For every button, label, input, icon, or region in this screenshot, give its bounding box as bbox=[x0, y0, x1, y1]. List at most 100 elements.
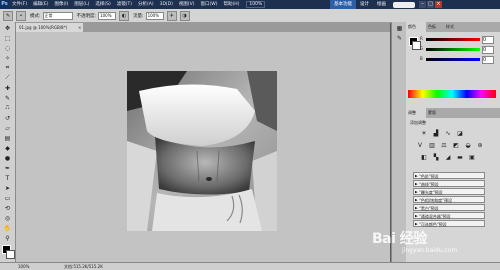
baidu-watermark: Bai 经验 bbox=[372, 231, 427, 247]
path-select-tool-icon[interactable]: ➤ bbox=[3, 184, 12, 192]
minimize-button[interactable]: – bbox=[419, 1, 426, 8]
black-white-icon[interactable]: ◩ bbox=[452, 142, 460, 150]
tab-masks[interactable]: 蒙版 bbox=[428, 108, 444, 118]
menu-image[interactable]: 图像(I) bbox=[51, 0, 71, 9]
tab-styles[interactable]: 样式 bbox=[446, 22, 462, 32]
menu-file[interactable]: 文件(F) bbox=[9, 0, 30, 9]
red-value-field[interactable]: 0 bbox=[482, 36, 494, 44]
canvas-area[interactable] bbox=[16, 32, 390, 262]
dodge-tool-icon[interactable]: ● bbox=[3, 154, 12, 162]
eyedropper-tool-icon[interactable]: ⟋ bbox=[3, 74, 12, 82]
healing-tool-icon[interactable]: ✚ bbox=[3, 84, 12, 92]
title-bar: Ps 文件(F) 编辑(E) 图像(I) 图层(L) 选择(S) 滤镜(T) 分… bbox=[0, 0, 500, 9]
history-panel-icon[interactable]: ▦ bbox=[395, 24, 404, 32]
brush-tool-icon[interactable]: ✎ bbox=[3, 94, 12, 102]
eraser-tool-icon[interactable]: ▱ bbox=[3, 124, 12, 132]
color-spectrum-bar[interactable] bbox=[408, 90, 496, 98]
type-tool-icon[interactable]: T bbox=[3, 174, 12, 182]
threshold-icon[interactable]: ◢ bbox=[444, 154, 452, 162]
pressure-opacity-icon[interactable]: ◐ bbox=[119, 10, 130, 21]
mode-select[interactable]: 正常 bbox=[42, 11, 73, 20]
3d-orbit-tool-icon[interactable]: ◎ bbox=[3, 214, 12, 222]
stamp-tool-icon[interactable]: ⎍ bbox=[3, 104, 12, 112]
preset-selective-color[interactable]: ▶ "可选颜色"预设 bbox=[413, 220, 485, 227]
preset-exposure[interactable]: ▶ "曝光度"预设 bbox=[413, 188, 485, 195]
marquee-tool-icon[interactable]: ⬚ bbox=[3, 34, 12, 42]
menu-view[interactable]: 视图(V) bbox=[176, 0, 198, 9]
exposure-icon[interactable]: ◪ bbox=[456, 130, 464, 138]
move-tool-icon[interactable]: ✥ bbox=[3, 24, 12, 32]
blue-value-field[interactable]: 0 bbox=[482, 56, 494, 64]
search-field[interactable] bbox=[393, 1, 415, 8]
zoom-select[interactable]: 100% bbox=[246, 1, 266, 8]
3d-rotate-tool-icon[interactable]: ⟲ bbox=[3, 204, 12, 212]
flow-label: 流量: bbox=[133, 13, 144, 19]
channel-mixer-icon[interactable]: ⊛ bbox=[476, 142, 484, 150]
selective-color-icon[interactable]: ▣ bbox=[468, 154, 476, 162]
workspace-essentials-button[interactable]: 基本功能 bbox=[330, 0, 356, 9]
workspace-painting-button[interactable]: 绘画 bbox=[373, 0, 390, 9]
lasso-tool-icon[interactable]: ◌ bbox=[3, 44, 12, 52]
shape-tool-icon[interactable]: ▭ bbox=[3, 194, 12, 202]
tab-swatches[interactable]: 色板 bbox=[428, 22, 444, 32]
tab-color[interactable]: 颜色 bbox=[406, 22, 426, 32]
photo-image bbox=[127, 71, 277, 231]
airbrush-icon[interactable]: ✈ bbox=[166, 10, 177, 21]
preset-black-white[interactable]: ▶ "黑白"预设 bbox=[413, 204, 485, 211]
document-tab-bar: 01.jpg @ 100%(RGB/8*) × bbox=[16, 23, 390, 32]
red-track[interactable] bbox=[426, 38, 480, 41]
menu-help[interactable]: 帮助(H) bbox=[220, 0, 242, 9]
brush-tool-icon[interactable]: ✎ bbox=[3, 10, 13, 21]
preset-hue-saturation[interactable]: ▶ "色相/饱和度"预设 bbox=[413, 196, 485, 203]
gradient-map-icon[interactable]: ▬ bbox=[456, 154, 464, 162]
background-color-swatch[interactable] bbox=[6, 250, 15, 259]
brightness-contrast-icon[interactable]: ☀ bbox=[420, 130, 428, 138]
expand-arrow-icon: ▶ bbox=[415, 174, 418, 178]
menu-filter[interactable]: 滤镜(T) bbox=[114, 0, 135, 9]
pressure-size-icon[interactable]: ◑ bbox=[179, 10, 190, 21]
blur-tool-icon[interactable]: ◆ bbox=[3, 144, 12, 152]
menu-select[interactable]: 选择(S) bbox=[92, 0, 113, 9]
menu-3d[interactable]: 3D(D) bbox=[157, 0, 176, 9]
close-button[interactable]: × bbox=[435, 1, 442, 8]
photo-filter-icon[interactable]: ◒ bbox=[464, 142, 472, 150]
preset-channel-mixer[interactable]: ▶ "通道混合器"预设 bbox=[413, 212, 485, 219]
menu-analysis[interactable]: 分析(A) bbox=[135, 0, 157, 9]
preset-label: "色相/饱和度"预设 bbox=[419, 198, 453, 203]
menu-edit[interactable]: 编辑(E) bbox=[30, 0, 51, 9]
crop-tool-icon[interactable]: ⌗ bbox=[3, 64, 12, 72]
levels-icon[interactable]: ▟ bbox=[432, 130, 440, 138]
curves-icon[interactable]: ∿ bbox=[444, 130, 452, 138]
expand-arrow-icon: ▶ bbox=[415, 198, 418, 202]
workspace-design-button[interactable]: 设计 bbox=[356, 0, 373, 9]
green-track[interactable] bbox=[426, 48, 480, 51]
invert-icon[interactable]: ◧ bbox=[420, 154, 428, 162]
color-swatches[interactable] bbox=[0, 245, 15, 261]
pen-tool-icon[interactable]: ✒ bbox=[3, 164, 12, 172]
flow-field[interactable]: 100% bbox=[145, 11, 164, 20]
document-tab[interactable]: 01.jpg @ 100%(RGB/8*) bbox=[16, 23, 83, 32]
zoom-tool-icon[interactable]: ⚲ bbox=[3, 234, 12, 242]
preset-curves[interactable]: ▶ "曲线"预设 bbox=[413, 180, 485, 187]
opacity-field[interactable]: 100% bbox=[98, 11, 117, 20]
maximize-button[interactable]: □ bbox=[427, 1, 434, 8]
preset-levels[interactable]: ▶ "色阶"预设 bbox=[413, 172, 485, 179]
close-tab-icon[interactable]: × bbox=[78, 25, 81, 30]
menu-window[interactable]: 窗口(W) bbox=[197, 0, 220, 9]
blue-track[interactable] bbox=[426, 58, 480, 61]
quick-select-tool-icon[interactable]: ✧ bbox=[3, 54, 12, 62]
brush-panel-icon[interactable]: ✎ bbox=[395, 34, 404, 42]
preset-label: "曲线"预设 bbox=[419, 182, 439, 187]
posterize-icon[interactable]: ▚ bbox=[432, 154, 440, 162]
green-value-field[interactable]: 0 bbox=[482, 46, 494, 54]
history-brush-tool-icon[interactable]: ↺ bbox=[3, 114, 12, 122]
hue-saturation-icon[interactable]: ▥ bbox=[428, 142, 436, 150]
vibrance-icon[interactable]: V bbox=[416, 142, 424, 150]
tab-adjustments[interactable]: 调整 bbox=[406, 108, 426, 118]
gradient-tool-icon[interactable]: ▤ bbox=[3, 134, 12, 142]
color-balance-icon[interactable]: ⚖ bbox=[440, 142, 448, 150]
menu-layer[interactable]: 图层(L) bbox=[71, 0, 92, 9]
brush-preset-icon[interactable]: • bbox=[16, 10, 26, 21]
hand-tool-icon[interactable]: ✋ bbox=[3, 224, 12, 232]
photo-canvas[interactable] bbox=[127, 71, 277, 231]
